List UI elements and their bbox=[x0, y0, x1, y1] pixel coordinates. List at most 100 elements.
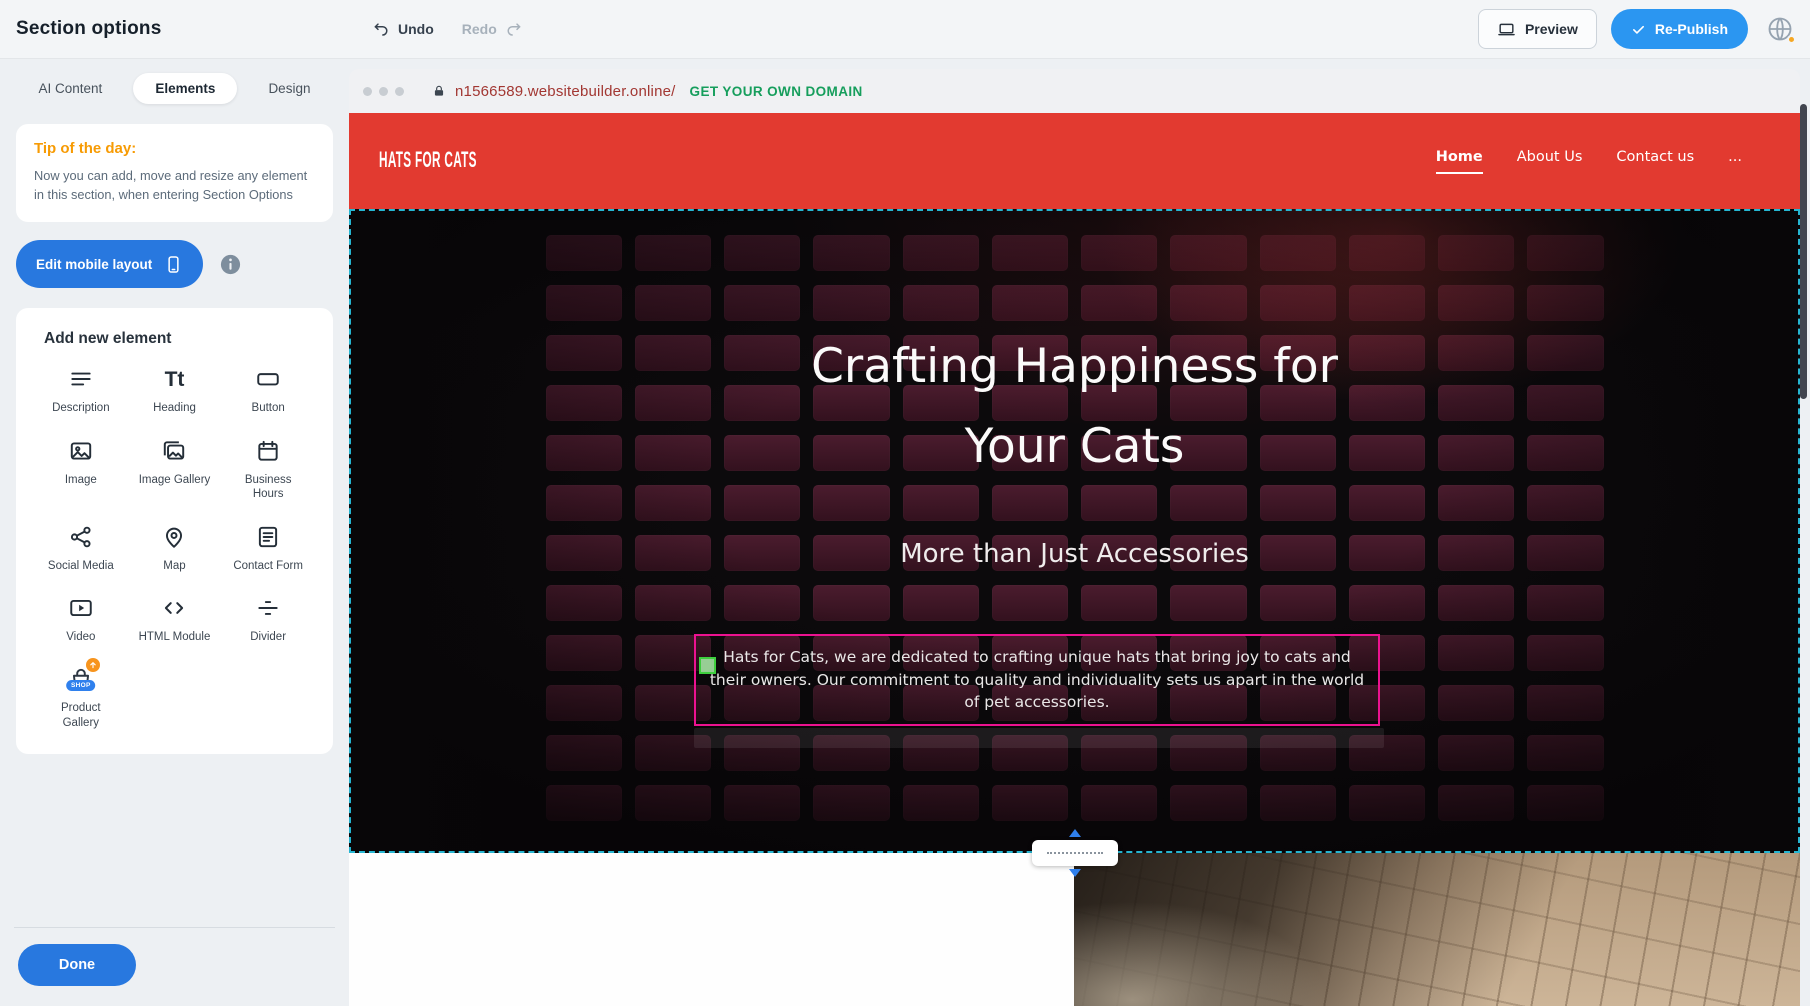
hero-tile bbox=[546, 385, 622, 421]
tab-ai-content[interactable]: AI Content bbox=[25, 73, 117, 104]
resize-arrow-down-icon bbox=[1069, 869, 1081, 877]
undo-button[interactable]: Undo bbox=[372, 20, 434, 38]
element-video[interactable]: Video bbox=[36, 593, 126, 644]
hero-tile bbox=[813, 485, 889, 521]
hero-tile bbox=[1438, 635, 1514, 671]
site-header[interactable]: HATS FOR CATS Home About Us Contact us .… bbox=[349, 113, 1800, 209]
info-icon[interactable] bbox=[219, 253, 242, 276]
image-icon bbox=[68, 436, 94, 466]
window-dots bbox=[363, 87, 404, 96]
hero-tile bbox=[1527, 335, 1603, 371]
heading-icon: Tt bbox=[165, 364, 185, 394]
element-map[interactable]: Map bbox=[130, 522, 220, 573]
canvas-scrollbar[interactable] bbox=[1800, 104, 1807, 399]
hero-tile bbox=[1170, 285, 1246, 321]
hero-tile bbox=[1527, 435, 1603, 471]
monitor-icon bbox=[1497, 20, 1516, 39]
tab-elements[interactable]: Elements bbox=[133, 73, 237, 104]
add-new-element-card: Add new element Description Tt Heading bbox=[16, 308, 333, 754]
element-divider[interactable]: Divider bbox=[223, 593, 313, 644]
hero-tile bbox=[1527, 635, 1603, 671]
hero-tile bbox=[1438, 785, 1514, 821]
language-globe-button[interactable] bbox=[1766, 15, 1794, 43]
hero-tile bbox=[903, 235, 979, 271]
hero-tile bbox=[546, 285, 622, 321]
republish-label: Re-Publish bbox=[1655, 21, 1728, 37]
redo-button[interactable]: Redo bbox=[462, 20, 523, 38]
element-image-gallery[interactable]: Image Gallery bbox=[130, 436, 220, 502]
window-dot bbox=[395, 87, 404, 96]
notification-dot bbox=[1787, 35, 1796, 44]
hero-tile bbox=[1170, 585, 1246, 621]
element-social-media[interactable]: Social Media bbox=[36, 522, 126, 573]
element-html-module[interactable]: HTML Module bbox=[130, 593, 220, 644]
site-nav: Home About Us Contact us ... bbox=[1436, 149, 1742, 174]
browser-chrome-bar: n1566589.websitebuilder.online/ GET YOUR… bbox=[349, 69, 1800, 113]
element-description[interactable]: Description bbox=[36, 364, 126, 415]
element-drag-handle[interactable] bbox=[699, 657, 716, 674]
done-button[interactable]: Done bbox=[18, 944, 136, 986]
hero-tile bbox=[546, 335, 622, 371]
hero-tile bbox=[546, 785, 622, 821]
element-image[interactable]: Image bbox=[36, 436, 126, 502]
hero-tile bbox=[1438, 735, 1514, 771]
hero-subheading[interactable]: More than Just Accessories bbox=[349, 539, 1800, 569]
element-heading[interactable]: Tt Heading bbox=[130, 364, 220, 415]
divider-icon bbox=[255, 593, 281, 623]
hero-tile bbox=[546, 435, 622, 471]
hero-tile bbox=[992, 285, 1068, 321]
hero-tile bbox=[1527, 485, 1603, 521]
hero-section[interactable]: Crafting Happiness for Your Cats More th… bbox=[349, 209, 1800, 853]
element-contact-form[interactable]: Contact Form bbox=[223, 522, 313, 573]
hero-tile bbox=[546, 585, 622, 621]
hero-tile bbox=[1438, 585, 1514, 621]
edit-mobile-layout-button[interactable]: Edit mobile layout bbox=[16, 240, 203, 288]
hero-tile bbox=[1349, 235, 1425, 271]
site-preview: HATS FOR CATS Home About Us Contact us .… bbox=[349, 113, 1800, 1006]
nav-more[interactable]: ... bbox=[1728, 149, 1742, 174]
element-product-gallery[interactable]: SHOP Product Gallery bbox=[36, 664, 126, 730]
code-icon bbox=[161, 593, 187, 623]
business-hours-icon bbox=[255, 436, 281, 466]
selected-text-element[interactable]: Hats for Cats, we are dedicated to craft… bbox=[694, 634, 1380, 726]
element-grid: Description Tt Heading Button bbox=[36, 364, 313, 730]
contact-form-icon bbox=[255, 522, 281, 552]
section-resize-handle[interactable] bbox=[1032, 840, 1118, 866]
site-logo[interactable]: HATS FOR CATS bbox=[379, 148, 477, 173]
hero-tile bbox=[1527, 385, 1603, 421]
preview-button[interactable]: Preview bbox=[1478, 9, 1597, 49]
hero-tile bbox=[903, 285, 979, 321]
editor-canvas: n1566589.websitebuilder.online/ GET YOUR… bbox=[349, 58, 1800, 1006]
edit-mobile-row: Edit mobile layout bbox=[16, 240, 333, 288]
hero-heading[interactable]: Crafting Happiness for Your Cats bbox=[755, 327, 1395, 487]
hero-tile bbox=[1527, 585, 1603, 621]
next-section-blank[interactable] bbox=[349, 853, 1074, 1006]
tip-of-the-day-card: Tip of the day: Now you can add, move an… bbox=[16, 124, 333, 222]
hero-tile bbox=[1349, 485, 1425, 521]
next-section-photo[interactable] bbox=[1074, 853, 1800, 1006]
drag-ghost-strip bbox=[694, 728, 1384, 748]
window-dot bbox=[363, 87, 372, 96]
tab-design[interactable]: Design bbox=[254, 73, 324, 104]
undo-redo-group: Undo Redo bbox=[372, 20, 523, 38]
hero-tile bbox=[813, 285, 889, 321]
topbar: Section options Undo Redo bbox=[0, 0, 1810, 58]
hero-tile bbox=[1438, 385, 1514, 421]
hero-tile bbox=[1081, 785, 1157, 821]
map-pin-icon bbox=[161, 522, 187, 552]
redo-icon bbox=[505, 20, 523, 38]
hero-tile bbox=[992, 785, 1068, 821]
republish-button[interactable]: Re-Publish bbox=[1611, 9, 1748, 49]
element-button[interactable]: Button bbox=[223, 364, 313, 415]
preview-label: Preview bbox=[1525, 21, 1578, 37]
resize-arrow-up-icon bbox=[1069, 829, 1081, 837]
element-business-hours[interactable]: Business Hours bbox=[223, 436, 313, 502]
nav-contact-us[interactable]: Contact us bbox=[1616, 149, 1694, 174]
hero-tile bbox=[635, 485, 711, 521]
hero-tile bbox=[903, 785, 979, 821]
product-gallery-icon: SHOP bbox=[64, 664, 98, 694]
nav-about-us[interactable]: About Us bbox=[1517, 149, 1583, 174]
nav-home[interactable]: Home bbox=[1436, 149, 1483, 174]
hero-body-text[interactable]: Hats for Cats, we are dedicated to craft… bbox=[707, 646, 1367, 713]
get-domain-link[interactable]: GET YOUR OWN DOMAIN bbox=[690, 84, 863, 99]
